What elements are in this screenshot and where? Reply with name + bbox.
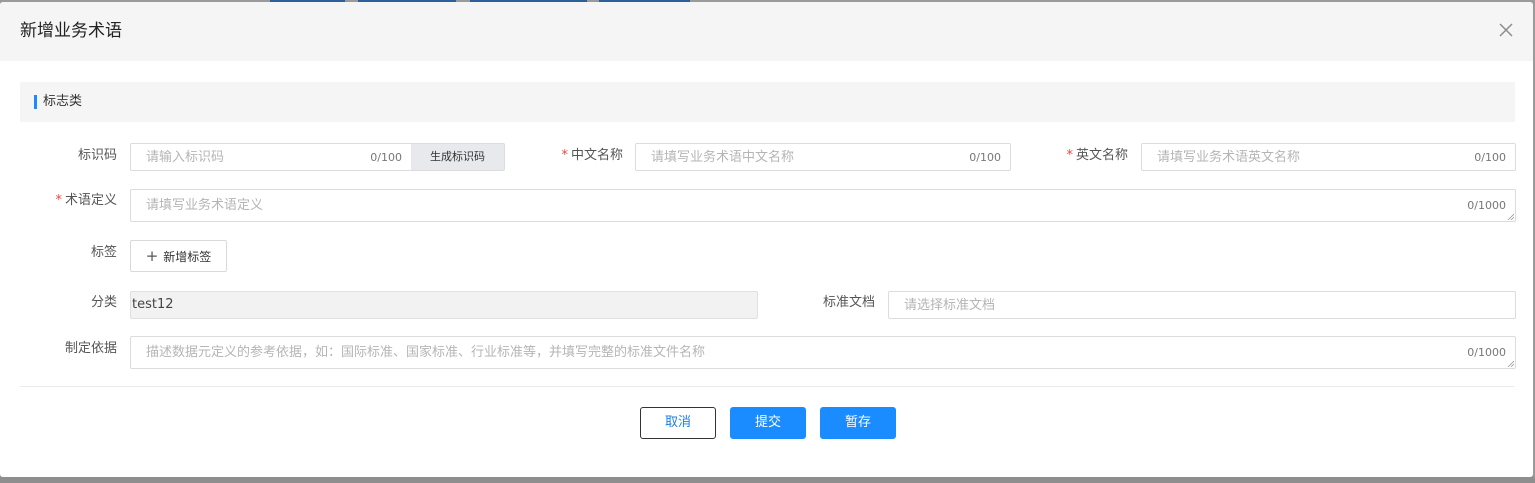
add-tag-button[interactable]: + 新增标签 [130,240,227,272]
standard-doc-select[interactable] [889,292,1489,318]
footer-divider [20,386,1515,387]
section-title: 标志类 [43,94,83,109]
category-field: test12 [130,291,758,319]
required-mark: * [561,148,568,163]
cn-name-input[interactable] [636,144,956,170]
section-header: 标志类 [20,82,1515,122]
generate-code-button[interactable]: 生成标识码 [411,143,505,171]
definition-char-count: 0/1000 [1467,199,1506,212]
resize-handle-icon[interactable] [1507,360,1514,367]
submit-button[interactable]: 提交 [730,407,806,439]
definition-textarea[interactable] [131,190,1451,220]
code-label: 标识码 [77,148,117,163]
standard-doc-label: 标准文档 [822,295,875,310]
save-draft-button[interactable]: 暂存 [820,407,896,439]
add-term-dialog: 新增业务术语 标志类 标识码 0/100 生成标识码 *中文名称 0/100 *… [0,2,1533,477]
plus-icon: + [145,247,159,265]
basis-label: 制定依据 [64,341,117,356]
section-accent [34,95,37,109]
basis-textarea[interactable] [131,337,1451,367]
code-input[interactable] [131,144,361,170]
required-mark: * [1066,148,1073,163]
background-strip [0,477,1535,483]
definition-textarea-wrapper: 0/1000 [130,189,1516,222]
code-input-wrapper: 0/100 [130,143,412,171]
required-mark: * [55,193,62,208]
cn-name-input-wrapper: 0/100 [635,143,1011,171]
category-label: 分类 [90,295,117,310]
resize-handle-icon[interactable] [1507,213,1514,220]
basis-char-count: 0/1000 [1467,346,1506,359]
standard-doc-select-wrapper [888,291,1516,319]
cancel-button[interactable]: 取消 [640,407,716,439]
basis-textarea-wrapper: 0/1000 [130,336,1516,369]
en-name-input[interactable] [1142,144,1462,170]
dialog-title: 新增业务术语 [20,21,122,41]
en-name-label: * 英文名称 [1066,148,1128,163]
en-name-input-wrapper: 0/100 [1141,143,1516,171]
code-char-count: 0/100 [370,151,402,164]
en-name-char-count: 0/100 [1474,151,1506,164]
dialog-header: 新增业务术语 [0,2,1533,61]
cn-name-char-count: 0/100 [969,151,1001,164]
definition-label: * 术语定义 [55,193,117,208]
tags-label: 标签 [90,245,117,260]
close-icon[interactable] [1496,20,1516,40]
cn-name-label: * 中文名称 [561,148,623,163]
